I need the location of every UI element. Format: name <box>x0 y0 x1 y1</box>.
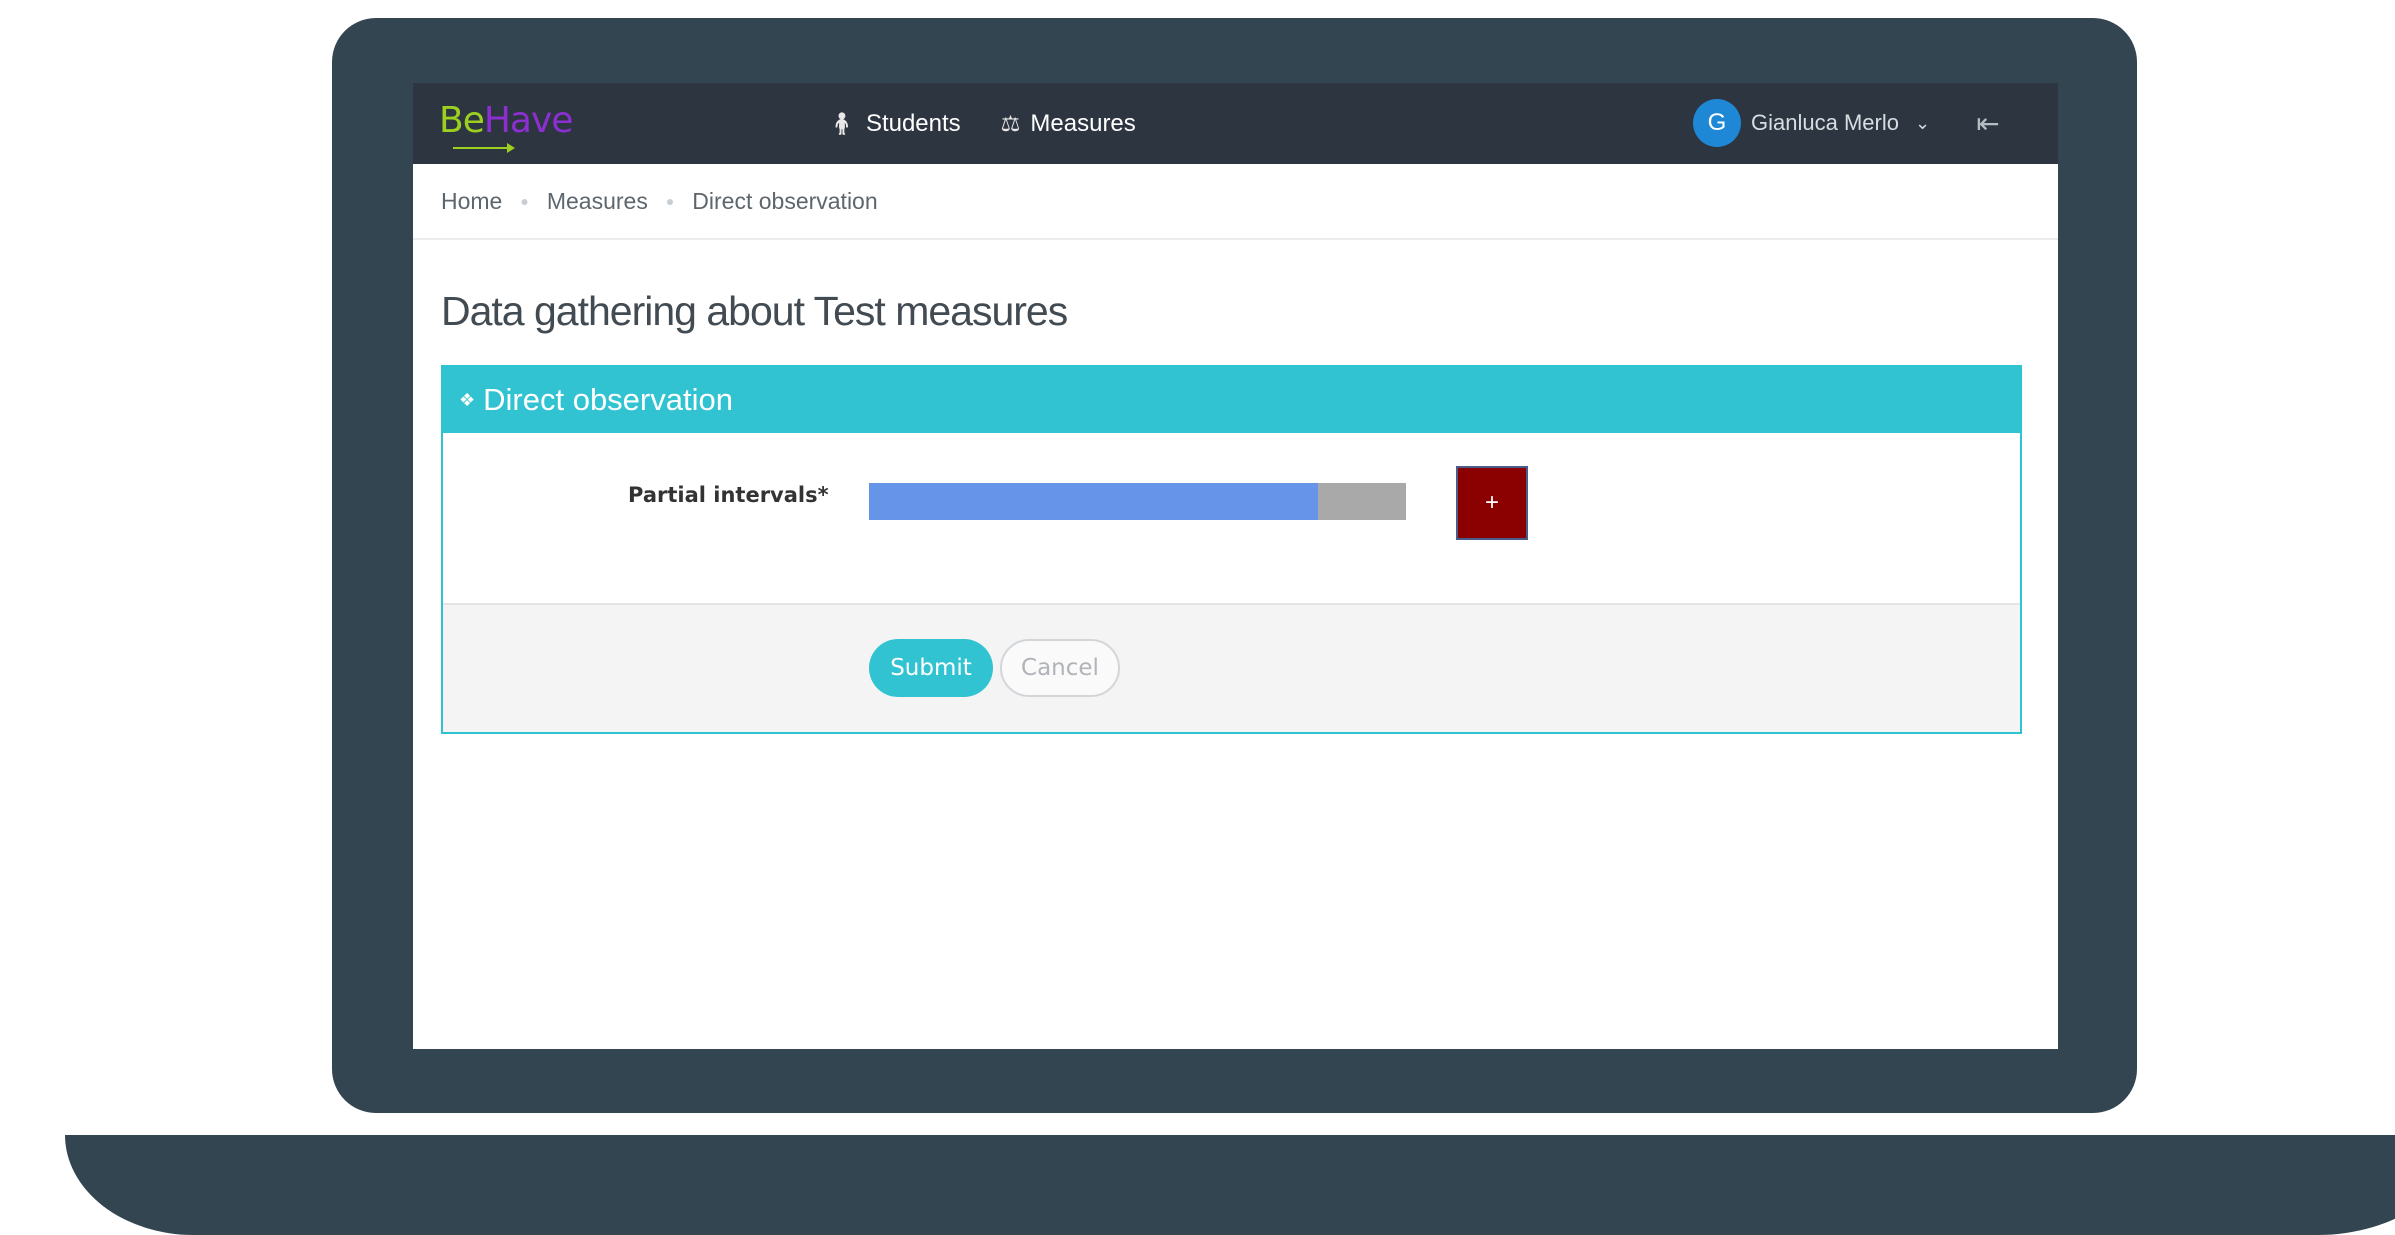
laptop-base <box>65 1135 2395 1235</box>
breadcrumb-separator: ● <box>665 193 675 209</box>
breadcrumb-direct-observation[interactable]: Direct observation <box>692 188 877 215</box>
direct-observation-panel: ❖ Direct observation Partial intervals* … <box>441 365 2022 734</box>
logo-have-text: Have <box>483 100 574 141</box>
page-title: Data gathering about Test measures <box>441 288 1068 334</box>
logo-arrow-icon <box>453 143 515 153</box>
main-nav: 🧍︎ Students ⚖︎ Measures <box>828 83 1136 164</box>
logo-be-text: Be <box>439 100 485 141</box>
partial-intervals-label: Partial intervals* <box>628 483 829 507</box>
nav-item-measures[interactable]: ⚖︎ Measures <box>1001 110 1136 138</box>
scale-icon: ⚖︎ <box>1000 110 1021 136</box>
user-name: Gianluca Merlo <box>1751 110 1899 135</box>
nav-students-label: Students <box>865 109 961 137</box>
app-screen: BeHave 🧍︎ Students ⚖︎ Measures G Gianluc… <box>413 83 2058 1049</box>
progress-fill <box>869 483 1318 520</box>
logout-icon[interactable]: ⇤ <box>1971 107 2005 141</box>
breadcrumb-measures[interactable]: Measures <box>547 188 648 215</box>
breadcrumb-home[interactable]: Home <box>441 188 502 215</box>
panel-header: ❖ Direct observation <box>443 367 2020 433</box>
nav-measures-label: Measures <box>1030 109 1136 137</box>
student-icon: 🧍︎ <box>828 110 856 136</box>
behave-logo[interactable]: BeHave <box>439 95 573 153</box>
user-menu[interactable]: G Gianluca Merlo ⌄ <box>1693 99 1930 147</box>
nav-item-students[interactable]: 🧍︎ Students <box>828 110 961 138</box>
gift-icon: ❖ <box>459 389 476 410</box>
submit-button[interactable]: Submit <box>869 639 993 697</box>
breadcrumb: Home ● Measures ● Direct observation <box>413 164 2058 240</box>
panel-footer: Submit Cancel <box>443 603 2020 732</box>
chevron-down-icon: ⌄ <box>1914 112 1931 133</box>
panel-body: Partial intervals* + <box>443 433 2020 603</box>
breadcrumb-separator: ● <box>520 193 529 209</box>
cancel-button[interactable]: Cancel <box>1000 639 1120 697</box>
add-interval-button[interactable]: + <box>1456 466 1528 540</box>
avatar: G <box>1693 99 1741 147</box>
partial-intervals-progress[interactable] <box>869 483 1406 520</box>
top-navbar: BeHave 🧍︎ Students ⚖︎ Measures G Gianluc… <box>413 83 2058 164</box>
panel-title: Direct observation <box>483 382 733 417</box>
